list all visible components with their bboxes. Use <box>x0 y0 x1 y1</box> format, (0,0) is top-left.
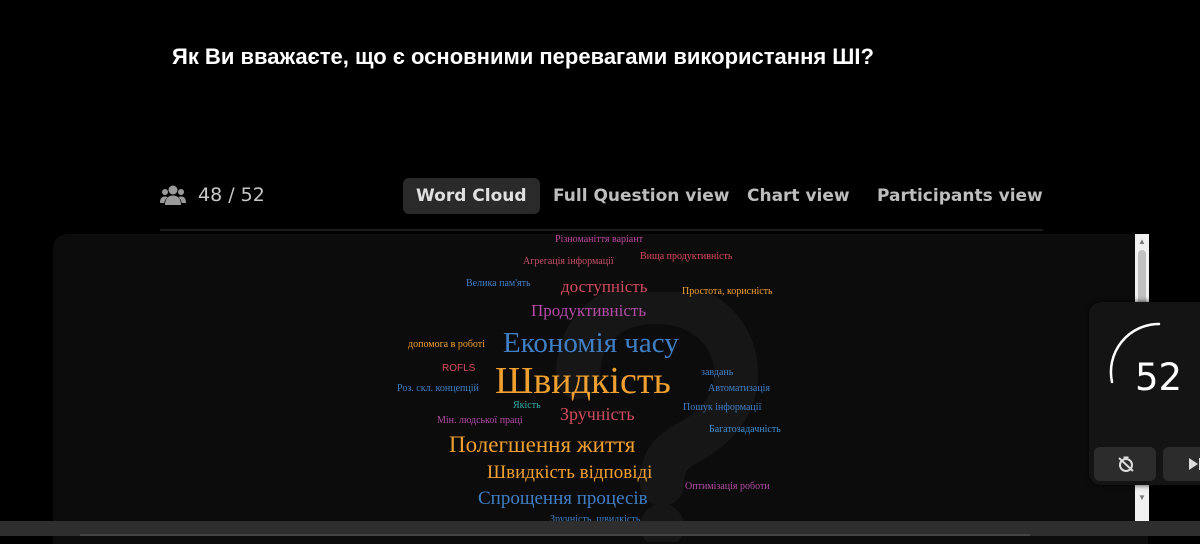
word-cloud-panel: Різноманіття варіант Агрегація інформаці… <box>53 234 1148 544</box>
word-cloud-word: допомога в роботі <box>408 339 485 350</box>
stop-timer-button[interactable] <box>1094 447 1156 481</box>
word-cloud-word: завдань <box>701 367 734 378</box>
word-cloud-word: ROFLS <box>442 363 476 374</box>
word-cloud-word: Якість <box>513 400 541 411</box>
word-cloud-word: Економія часу <box>503 327 679 359</box>
word-cloud-word: доступність <box>561 277 648 296</box>
response-timer-widget: 52 <box>1089 302 1200 485</box>
tab-full-question-view[interactable]: Full Question view <box>553 178 729 214</box>
users-icon <box>160 185 186 205</box>
word-cloud-word: Зручність <box>560 404 635 424</box>
counter-text: 48 / 52 <box>198 184 265 206</box>
scroll-up-icon[interactable]: ▲ <box>1135 236 1149 248</box>
word-cloud-word: Мін. людської праці <box>437 415 523 426</box>
word-cloud-word: Багатозадачність <box>709 424 781 435</box>
question-title: Як Ви вважаєте, що є основними перевагам… <box>172 44 874 69</box>
skip-next-icon <box>1189 458 1200 470</box>
word-cloud-word: Агрегація інформації <box>523 256 614 267</box>
word-cloud-word: Простота, корисність <box>682 286 773 297</box>
word-cloud-word: Оптимізація роботи <box>685 481 770 492</box>
tab-chart-view[interactable]: Chart view <box>747 178 850 214</box>
next-button[interactable] <box>1163 447 1200 481</box>
word-cloud-word: Швидкість <box>495 360 671 402</box>
scroll-down-icon[interactable]: ▼ <box>1135 492 1149 504</box>
word-cloud-word: Роз. скл. концепцій <box>397 383 479 394</box>
tab-word-cloud[interactable]: Word Cloud <box>403 178 540 214</box>
word-cloud-word: Різноманіття варіант <box>555 234 643 245</box>
timer-off-icon <box>1118 456 1134 472</box>
word-cloud-word: Спрощення процесів <box>478 488 648 509</box>
view-toolbar: 48 / 52 Word Cloud Full Question view Ch… <box>160 178 1044 218</box>
word-cloud-word: Швидкість відповіді <box>487 462 653 483</box>
tab-participants-view[interactable]: Participants view <box>877 178 1043 214</box>
word-cloud-word: Велика пам'ять <box>466 278 531 289</box>
word-cloud-word: Пошук інформації <box>683 402 762 413</box>
toolbar-divider <box>160 229 1043 231</box>
response-count: 52 <box>1135 356 1183 399</box>
word-cloud-word: Полегшення життя <box>449 432 636 457</box>
word-cloud-word: Продуктивність <box>531 301 647 320</box>
participant-counter: 48 / 52 <box>160 184 265 206</box>
word-cloud-word: Вища продуктивність <box>640 251 733 262</box>
word-cloud-word: Автоматизація <box>708 383 771 394</box>
